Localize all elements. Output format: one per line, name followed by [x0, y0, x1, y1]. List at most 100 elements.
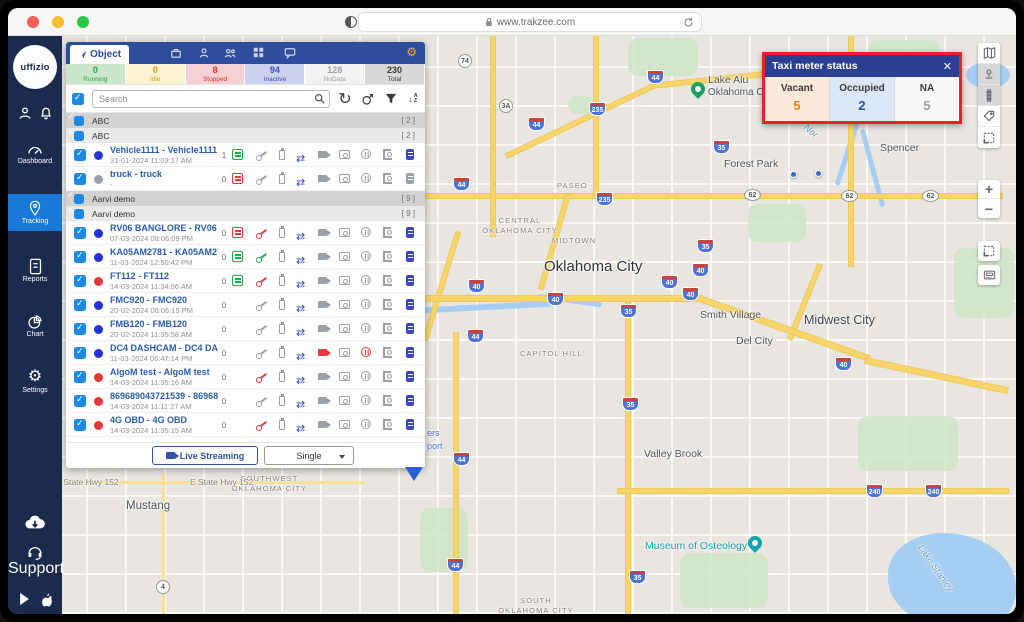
playback-icon[interactable]	[361, 275, 371, 285]
battery-icon[interactable]	[279, 252, 285, 262]
vehicle-name[interactable]: KA05AM2781 - KA05AM27...	[110, 247, 218, 257]
row-checkbox[interactable]	[74, 371, 86, 383]
museum-pin-icon[interactable]	[745, 533, 765, 553]
vehicle-row[interactable]: RV06 BANGLORE - RV06 B...07-03-2024 08:0…	[66, 221, 425, 245]
camera-icon[interactable]	[339, 348, 350, 357]
maximize-window-button[interactable]	[77, 16, 89, 28]
row-checkbox[interactable]	[74, 149, 86, 161]
video-icon[interactable]	[318, 397, 327, 404]
select-area-button[interactable]	[978, 127, 1000, 148]
vehicle-row[interactable]: AlgoM test - AlgoM test14-03-2024 11:35:…	[66, 365, 425, 389]
fuel-icon[interactable]	[383, 323, 392, 334]
playback-icon[interactable]	[361, 149, 371, 159]
group-row[interactable]: Aarvi demo[ 9 ]	[66, 191, 425, 206]
occupied-cell[interactable]: Occupied 2	[830, 77, 895, 121]
route-icon[interactable]	[296, 323, 308, 335]
tab-chat-icon[interactable]	[284, 47, 296, 59]
group-row[interactable]: Aarvi demo[ 9 ]	[66, 206, 425, 221]
key-icon[interactable]	[256, 173, 268, 185]
key-icon[interactable]	[256, 419, 268, 431]
video-icon[interactable]	[318, 373, 327, 380]
battery-icon[interactable]	[279, 420, 285, 430]
vehicle-name[interactable]: FT112 - FT112	[110, 271, 218, 281]
vehicle-row[interactable]: 869689043721539 - 86968...14-03-2024 11:…	[66, 389, 425, 413]
playback-icon[interactable]	[361, 251, 371, 261]
sidebar-item-reports[interactable]: Reports	[8, 258, 62, 283]
fuel-icon[interactable]	[383, 173, 392, 184]
vehicle-name[interactable]: FMB120 - FMB120	[110, 319, 218, 329]
row-checkbox[interactable]	[74, 227, 86, 239]
route-icon[interactable]	[296, 299, 308, 311]
panel-settings-gear-icon[interactable]: ⚙	[406, 45, 417, 59]
taximeter-panel-button[interactable]	[978, 265, 1000, 285]
taximeter-icon[interactable]	[232, 149, 243, 160]
select-all-checkbox[interactable]	[72, 93, 84, 105]
vehicle-name[interactable]: FMC920 - FMC920	[110, 295, 218, 305]
camera-icon[interactable]	[339, 396, 350, 405]
streaming-mode-select[interactable]: Single	[264, 446, 354, 465]
key-icon[interactable]	[256, 149, 268, 161]
close-icon[interactable]: ✕	[943, 60, 952, 73]
tank-icon[interactable]	[406, 371, 414, 382]
fuel-icon[interactable]	[383, 275, 392, 286]
sidebar-item-tracking[interactable]: Tracking	[8, 194, 62, 231]
battery-icon[interactable]	[279, 228, 285, 238]
vehicle-name[interactable]: RV06 BANGLORE - RV06 B...	[110, 223, 218, 233]
vehicle-row[interactable]: KA05AM2781 - KA05AM27...11-03-2024 12:50…	[66, 245, 425, 269]
group-checkbox[interactable]	[74, 194, 84, 204]
playback-icon[interactable]	[361, 371, 371, 381]
key-icon[interactable]	[256, 395, 268, 407]
video-icon[interactable]	[318, 421, 327, 428]
address-bar[interactable]: www.trakzee.com	[358, 12, 702, 32]
vehicle-name[interactable]: 869689043721539 - 86968...	[110, 391, 218, 401]
playback-icon[interactable]	[361, 173, 371, 183]
status-idle[interactable]: 0Idle	[126, 64, 186, 84]
zoom-out-button[interactable]: −	[978, 199, 1000, 218]
route-icon[interactable]	[296, 275, 308, 287]
vehicle-row[interactable]: 4G OBD - 4G OBD14-03-2024 11:35:15 AM 0	[66, 413, 425, 437]
row-checkbox[interactable]	[74, 395, 86, 407]
group-row[interactable]: ABC[ 2 ]	[66, 128, 425, 143]
tank-icon[interactable]	[406, 299, 414, 310]
reload-icon[interactable]	[683, 17, 694, 28]
route-icon[interactable]	[296, 173, 308, 185]
tank-icon[interactable]	[406, 419, 414, 430]
vacant-cell[interactable]: Vacant 5	[765, 77, 830, 121]
tank-icon[interactable]	[406, 275, 414, 286]
close-window-button[interactable]	[27, 16, 39, 28]
tank-icon[interactable]	[406, 347, 414, 358]
tank-icon[interactable]	[406, 149, 414, 160]
sidebar-item-dashboard[interactable]: Dashboard	[8, 141, 62, 165]
camera-icon[interactable]	[339, 324, 350, 333]
tank-icon[interactable]	[406, 173, 414, 184]
vehicle-row[interactable]: truck - truck- 0	[66, 167, 425, 191]
row-checkbox[interactable]	[74, 251, 86, 263]
route-icon[interactable]	[296, 395, 308, 407]
sidebar-item-chart[interactable]: Chart	[8, 314, 62, 338]
refresh-icon[interactable]: ↻	[336, 90, 354, 108]
row-checkbox[interactable]	[74, 323, 86, 335]
frame-select-button[interactable]	[978, 241, 1000, 261]
tab-people-icon[interactable]	[224, 47, 236, 59]
playback-icon[interactable]	[361, 227, 371, 237]
playback-icon[interactable]	[361, 299, 371, 309]
vehicle-row[interactable]: FT112 - FT11214-03-2024 11:34:56 AM 0	[66, 269, 425, 293]
search-icon[interactable]	[314, 93, 325, 104]
taximeter-icon[interactable]	[232, 251, 243, 262]
sidebar-item-settings[interactable]: ⚙ Settings	[8, 366, 62, 394]
battery-icon[interactable]	[279, 300, 285, 310]
status-running[interactable]: 0Running	[66, 64, 126, 84]
group-row[interactable]: ABC[ 2 ]	[66, 113, 425, 128]
route-icon[interactable]	[296, 227, 308, 239]
video-icon[interactable]	[318, 301, 327, 308]
route-icon[interactable]	[296, 419, 308, 431]
battery-icon[interactable]	[279, 396, 285, 406]
fuel-icon[interactable]	[383, 371, 392, 382]
taximeter-icon[interactable]	[232, 227, 243, 238]
fuel-icon[interactable]	[383, 395, 392, 406]
traffic-button[interactable]	[978, 85, 1000, 106]
key-icon[interactable]	[256, 227, 268, 239]
row-checkbox[interactable]	[74, 275, 86, 287]
camera-icon[interactable]	[339, 300, 350, 309]
zoom-in-button[interactable]: +	[978, 180, 1000, 199]
